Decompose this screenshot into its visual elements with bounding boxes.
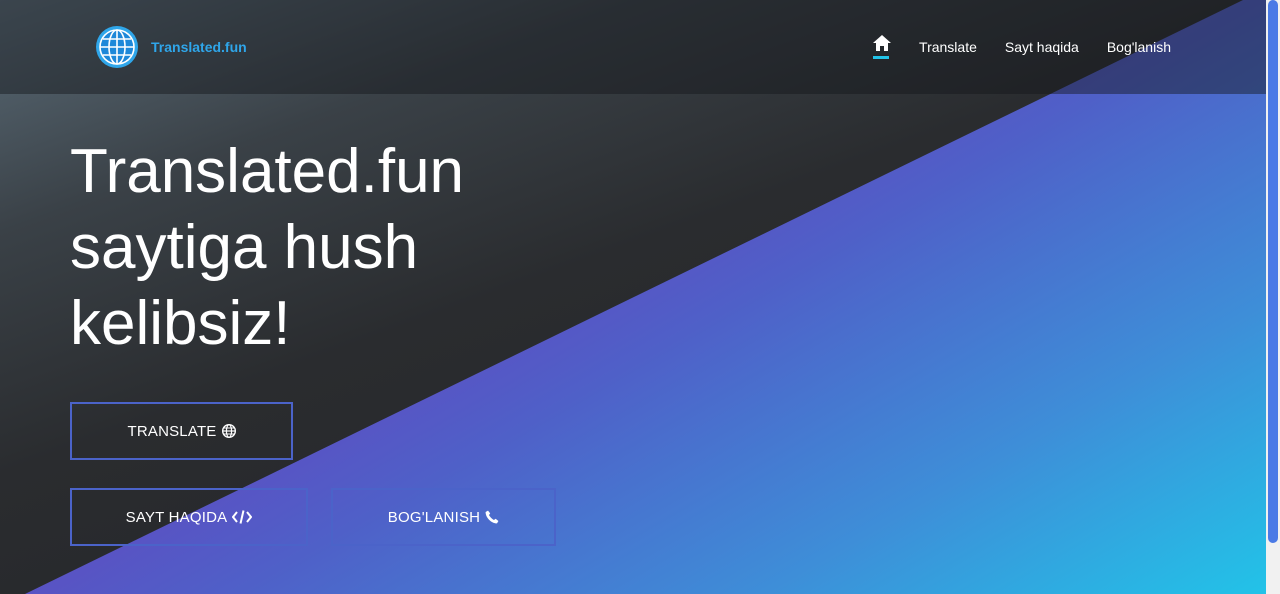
- globe-icon: [96, 26, 138, 68]
- hero-title: Translated.fun saytiga hush kelibsiz!: [70, 137, 465, 358]
- nav-active-indicator: [873, 56, 890, 59]
- contact-button[interactable]: BOG'LANISH: [331, 488, 556, 546]
- brand-logo[interactable]: Translated.fun: [95, 25, 247, 69]
- nav-link-contact[interactable]: Bog'lanish: [1107, 39, 1171, 55]
- scrollbar-thumb[interactable]: [1268, 0, 1278, 543]
- nav-link-translate[interactable]: Translate: [919, 39, 977, 55]
- code-icon: [232, 510, 253, 524]
- translate-button-label: TRANSLATE: [127, 422, 217, 440]
- about-button[interactable]: SAYT HAQIDA: [70, 488, 308, 546]
- home-icon: [873, 35, 892, 51]
- brand-name: Translated.fun: [151, 39, 247, 55]
- globe-icon: [221, 424, 236, 438]
- contact-button-label: BOG'LANISH: [387, 508, 481, 526]
- nav-menu: Translate Sayt haqida Bog'lanish: [873, 35, 1171, 59]
- nav-home-link[interactable]: [873, 35, 892, 59]
- translate-button[interactable]: TRANSLATE: [70, 402, 293, 460]
- phone-icon: [485, 510, 499, 524]
- navbar: Translated.fun Translate Sayt haqida Bog…: [0, 0, 1266, 94]
- page-scrollbar[interactable]: [1266, 0, 1280, 594]
- about-button-label: SAYT HAQIDA: [125, 508, 228, 526]
- nav-link-about[interactable]: Sayt haqida: [1005, 39, 1079, 55]
